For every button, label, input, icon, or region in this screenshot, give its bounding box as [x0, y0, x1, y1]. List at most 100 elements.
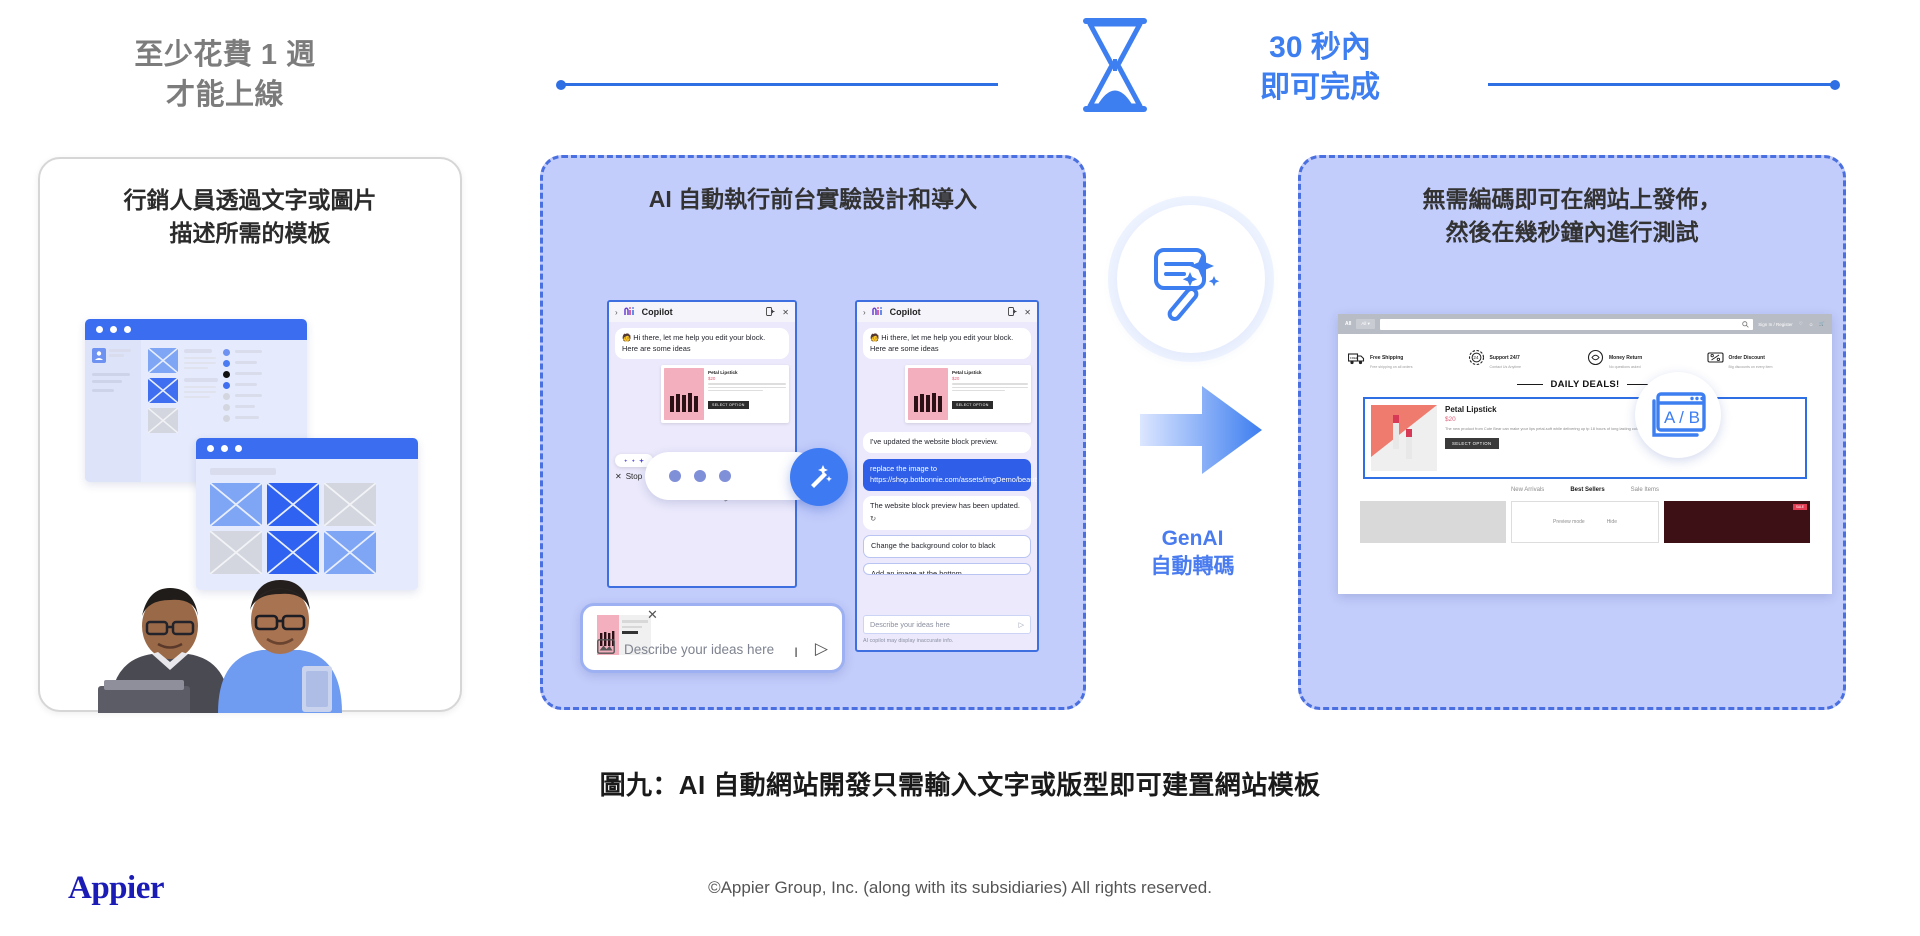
placeholder-line — [184, 386, 216, 389]
image-placeholder — [324, 483, 376, 526]
product-preview-card: Petal Lipstick $20 SELECT OPTION — [661, 365, 789, 424]
copilot-logo-icon — [623, 306, 636, 318]
tab-best-sellers[interactable]: Best Sellers — [1570, 487, 1604, 493]
featured-product-card[interactable]: Petal Lipstick $20 The new product from … — [1363, 397, 1807, 479]
placeholder-line — [210, 468, 276, 475]
feature-item: Money Return No questions asked — [1587, 346, 1703, 369]
cart-icon[interactable]: 🛒 — [1819, 321, 1825, 327]
refresh-icon[interactable]: ↻ — [870, 514, 1024, 525]
panel-right-title: 無需編碼即可在網站上發佈， 然後在幾秒鐘內進行測試 — [1301, 183, 1843, 248]
panel-middle-title-line-1: AI 自動執行前台實驗設計和導入 — [648, 186, 978, 212]
after-line-2: 即可完成 — [1260, 70, 1380, 104]
shop-header-actions: Sign In / Register ♡ ☺ 🛒 — [1758, 321, 1825, 327]
product-description-lines — [952, 383, 1028, 392]
placeholder-line — [184, 391, 216, 394]
composer-placeholder: Describe your ideas here — [624, 641, 775, 657]
search-input[interactable] — [1379, 318, 1754, 330]
tab-sale-items[interactable]: Sale Items — [1631, 487, 1659, 493]
select-option-button[interactable]: SELECT OPTION — [708, 401, 749, 410]
close-icon[interactable]: ✕ — [1024, 308, 1031, 317]
open-in-panel-icon[interactable] — [766, 306, 775, 318]
copilot-title: Copilot — [641, 307, 673, 317]
wireframe-titlebar — [85, 319, 307, 340]
open-in-panel-icon[interactable] — [1008, 306, 1017, 318]
placeholder-line — [92, 380, 122, 383]
divider-line — [1517, 383, 1544, 386]
hourglass-icon — [1075, 15, 1155, 115]
copilot-conversation: 🧑 Hi there, let me help you edit your bl… — [857, 322, 1037, 586]
category-select[interactable]: All ▾ — [1356, 319, 1375, 329]
panel-right-title-line-2: 然後在幾秒鐘內進行測試 — [1445, 218, 1699, 245]
chevron-right-icon[interactable]: › — [863, 308, 866, 317]
suggestion-chip-1[interactable]: Change the background color to black — [863, 535, 1031, 558]
preview-mode-bar: Preview mode Hide — [1511, 501, 1659, 543]
copilot-logo-icon — [871, 306, 884, 318]
feature-item: FREE Free Shipping Free shipping on all … — [1347, 346, 1464, 369]
featured-select-option-button[interactable]: SELECT OPTION — [1445, 438, 1499, 450]
heart-icon[interactable]: ♡ — [1799, 321, 1803, 327]
assistant-message-3-text: The website block preview has been updat… — [870, 500, 1020, 510]
feature-title: Money Return — [1609, 355, 1643, 361]
featured-product-price: $20 — [1445, 416, 1456, 423]
panel-left-title-line-1: 行銷人員透過文字或圖片 — [123, 187, 377, 213]
assistant-avatar-emoji: 🧑 — [622, 333, 632, 342]
copilot-disclaimer: AI copilot may display inaccurate info. — [863, 638, 954, 644]
placeholder-line — [235, 350, 262, 353]
idea-composer[interactable]: ✕ Describe your ideas here ▷ I — [580, 603, 845, 673]
assistant-message-text: Hi there, let me help you edit your bloc… — [870, 333, 1014, 353]
product-image — [908, 368, 948, 421]
timeline-label-before: 至少花費 1 週 才能上線 — [60, 35, 390, 115]
feature-subtitle: Big discounts on every item — [1728, 365, 1773, 369]
product-name: Petal Lipstick — [952, 370, 982, 376]
send-icon[interactable]: ▷ — [1018, 620, 1024, 629]
suggestion-chip-2[interactable]: Add an image at the bottom — [863, 562, 1031, 575]
product-thumbnail[interactable]: SALE — [1664, 501, 1810, 543]
assistant-message-3: The website block preview has been updat… — [863, 495, 1031, 531]
right-arrow-icon — [1140, 380, 1262, 480]
ai-magic-button[interactable] — [790, 448, 848, 506]
close-icon[interactable]: ✕ — [782, 308, 789, 317]
toolbar-dot — [669, 470, 681, 482]
image-placeholder — [210, 483, 262, 526]
copilot-input-row[interactable]: Describe your ideas here ▷ — [863, 615, 1031, 634]
product-thumbnail[interactable] — [1360, 501, 1506, 543]
genai-icon-circle — [1117, 205, 1265, 353]
window-dot — [110, 326, 117, 333]
account-link[interactable]: Sign In / Register — [1758, 322, 1793, 327]
list-bullet — [223, 360, 230, 367]
list-bullet — [223, 404, 230, 411]
feature-item: Order Discount Big discounts on every it… — [1706, 346, 1823, 369]
copilot-titlebar: › Copilot ✕ — [857, 302, 1037, 322]
placeholder-line — [235, 372, 262, 375]
genai-label-line-2: 自動轉碼 — [1150, 555, 1235, 579]
assistant-message: 🧑 Hi there, let me help you edit your bl… — [863, 328, 1031, 360]
tab-new-arrivals[interactable]: New Arrivals — [1511, 487, 1544, 493]
send-icon[interactable]: ▷ — [815, 639, 828, 659]
feature-title: Order Discount — [1728, 355, 1765, 361]
timeline-dot-right — [1830, 79, 1840, 90]
ab-test-icon: A / B — [1652, 392, 1706, 437]
list-bullet — [223, 393, 230, 400]
hide-button[interactable]: Hide — [1607, 519, 1617, 525]
copilot-window-initial[interactable]: › Copilot ✕ 🧑 Hi there, let me help you … — [607, 300, 797, 588]
genai-label: GenAI 自動轉碼 — [1110, 525, 1275, 582]
daily-deals-heading: DAILY DEALS! — [1338, 379, 1832, 390]
image-placeholder — [148, 378, 178, 403]
published-website-preview: AII All ▾ Sign In / Register ♡ ☺ 🛒 FREE … — [1338, 314, 1832, 594]
placeholder-line — [109, 349, 131, 352]
placeholder-line — [235, 416, 259, 419]
copilot-titlebar: › Copilot ✕ — [609, 302, 795, 322]
close-icon[interactable]: ✕ — [647, 608, 658, 621]
search-icon — [1742, 320, 1749, 328]
assistant-avatar-emoji: 🧑 — [870, 333, 880, 342]
chevron-right-icon[interactable]: › — [615, 308, 618, 317]
user-icon[interactable]: ☺ — [1809, 322, 1814, 327]
copilot-window-updated[interactable]: › Copilot ✕ 🧑 Hi there, let me help you … — [855, 300, 1039, 652]
copilot-input-area: Describe your ideas here ▷ AI copilot ma… — [863, 615, 1031, 644]
placeholder-line — [184, 378, 218, 382]
select-option-button[interactable]: SELECT OPTION — [952, 401, 993, 410]
feature-title: Free Shipping — [1370, 355, 1404, 361]
refund-icon — [1587, 349, 1604, 366]
panel-left-title: 行銷人員透過文字或圖片 描述所需的模板 — [40, 184, 460, 249]
image-icon[interactable] — [597, 639, 615, 659]
